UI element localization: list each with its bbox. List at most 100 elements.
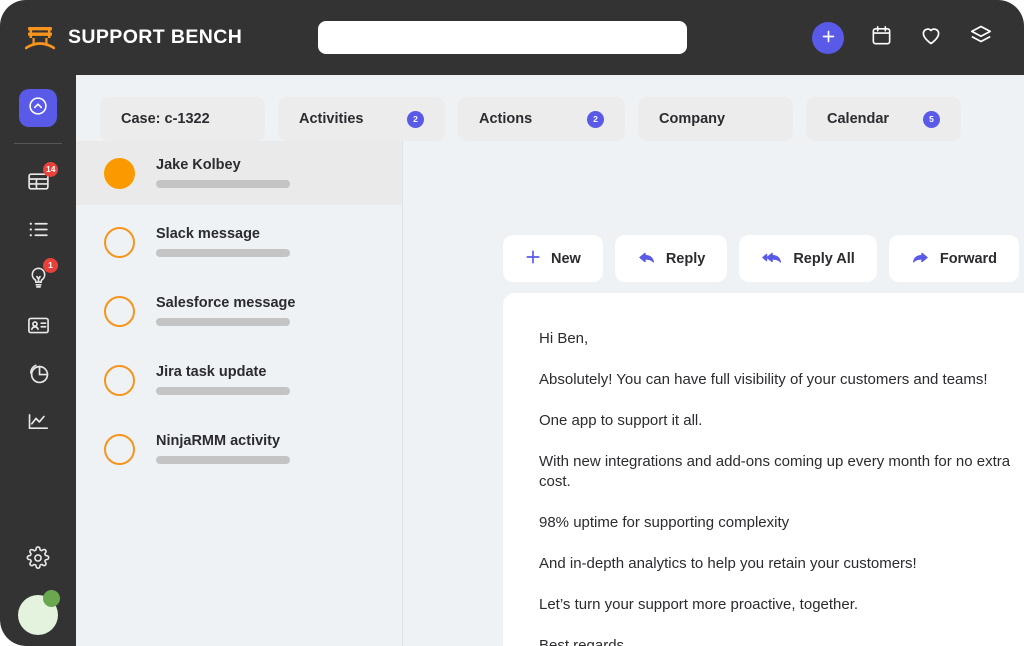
list-icon bbox=[26, 217, 51, 247]
list-item-title: Jake Kolbey bbox=[156, 157, 241, 174]
sidebar-item-settings[interactable] bbox=[0, 536, 76, 584]
email-paragraph: One app to support it all. bbox=[539, 411, 703, 429]
list-item-title: Jira task update bbox=[156, 364, 267, 381]
sidebar-item-tasks[interactable] bbox=[0, 208, 76, 256]
sidebar: 14 1 bbox=[0, 75, 76, 646]
favorites-button[interactable] bbox=[918, 25, 944, 51]
reply-button[interactable]: Reply bbox=[614, 235, 728, 282]
pie-chart-icon bbox=[26, 361, 51, 391]
status-dot-icon bbox=[104, 295, 135, 327]
tab-bar: Case: c-1322 Activities 2 Actions 2 Comp… bbox=[100, 97, 961, 141]
list-item-placeholder-bar bbox=[156, 455, 290, 464]
reply-all-button[interactable]: Reply All bbox=[739, 235, 877, 282]
tab-case[interactable]: Case: c-1322 bbox=[100, 97, 265, 141]
tab-label: Actions bbox=[479, 111, 533, 127]
sidebar-item-contacts[interactable] bbox=[0, 304, 76, 352]
tab-label: Case: c-1322 bbox=[121, 111, 210, 127]
tab-label: Activities bbox=[299, 111, 364, 127]
forward-button[interactable]: Forward bbox=[888, 235, 1020, 282]
app-window: SUPPORT BENCH 14 1 Case: c-1322 Activiti… bbox=[0, 0, 1024, 646]
layers-button[interactable] bbox=[968, 25, 994, 51]
tab-company[interactable]: Company bbox=[638, 97, 793, 141]
list-item-placeholder-bar bbox=[156, 317, 290, 326]
sidebar-badge: 1 bbox=[43, 258, 58, 273]
email-paragraph: Best regards, bbox=[539, 636, 629, 646]
plus-icon bbox=[821, 29, 836, 47]
list-item-placeholder-bar bbox=[156, 179, 290, 188]
tab-badge: 2 bbox=[587, 110, 604, 128]
status-dot-icon bbox=[104, 226, 135, 258]
activity-list: Jake Kolbey Slack message Salesforce mes… bbox=[76, 141, 403, 646]
forward-button-label: Forward bbox=[939, 250, 998, 267]
new-button-label: New bbox=[551, 250, 581, 267]
email-panel: New Reply Reply All Forward Hi Ben, Abso… bbox=[404, 141, 1024, 646]
list-item-title: Slack message bbox=[156, 226, 260, 243]
list-item[interactable]: Slack message bbox=[76, 210, 402, 274]
line-chart-icon bbox=[26, 409, 51, 439]
calendar-button[interactable] bbox=[868, 25, 894, 51]
new-button[interactable]: New bbox=[503, 235, 603, 282]
gear-icon bbox=[26, 545, 50, 575]
list-item-text: Salesforce message bbox=[156, 296, 295, 326]
status-dot-icon bbox=[104, 157, 135, 189]
search-input[interactable] bbox=[318, 21, 687, 54]
chevron-up-circle-icon bbox=[27, 95, 49, 122]
reply-all-arrow-icon bbox=[761, 248, 783, 270]
sidebar-item-analytics[interactable] bbox=[0, 400, 76, 448]
list-item-text: Slack message bbox=[156, 227, 290, 257]
main-panel: Case: c-1322 Activities 2 Actions 2 Comp… bbox=[76, 75, 1024, 646]
list-item-title: NinjaRMM activity bbox=[156, 433, 281, 450]
plus-icon bbox=[525, 249, 541, 268]
sidebar-item-ideas[interactable]: 1 bbox=[0, 256, 76, 304]
sidebar-bottom bbox=[0, 536, 76, 646]
status-dot-icon bbox=[104, 364, 135, 396]
list-item[interactable]: Jira task update bbox=[76, 348, 402, 412]
tab-badge: 2 bbox=[407, 110, 424, 128]
layers-icon bbox=[969, 23, 993, 52]
email-paragraph: Hi Ben, bbox=[539, 330, 589, 347]
tab-label: Calendar bbox=[827, 111, 890, 127]
brand: SUPPORT BENCH bbox=[24, 25, 295, 51]
sidebar-item-tickets[interactable]: 14 bbox=[0, 160, 76, 208]
avatar[interactable] bbox=[0, 584, 76, 646]
search-bar[interactable] bbox=[318, 21, 687, 54]
email-paragraph: Absolutely! You can have full visibility… bbox=[539, 370, 988, 388]
status-badge bbox=[43, 590, 60, 607]
calendar-icon bbox=[870, 24, 893, 52]
status-dot-icon bbox=[104, 433, 135, 465]
reply-button-label: Reply bbox=[665, 250, 706, 267]
brand-name: SUPPORT BENCH bbox=[68, 26, 243, 48]
list-item-placeholder-bar bbox=[156, 386, 290, 395]
tab-actions[interactable]: Actions 2 bbox=[458, 97, 625, 141]
tab-activities[interactable]: Activities 2 bbox=[278, 97, 445, 141]
list-item-text: NinjaRMM activity bbox=[156, 434, 290, 464]
email-paragraph: Let’s turn your support more proactive, … bbox=[539, 595, 859, 613]
email-paragraph: And in-depth analytics to help you retai… bbox=[539, 554, 917, 572]
top-bar: SUPPORT BENCH bbox=[0, 0, 1024, 75]
sidebar-item-reports[interactable] bbox=[0, 352, 76, 400]
tab-calendar[interactable]: Calendar 5 bbox=[806, 97, 961, 141]
tab-label: Company bbox=[659, 111, 726, 127]
tab-badge: 5 bbox=[923, 110, 940, 128]
sidebar-items: 14 1 bbox=[0, 160, 76, 448]
reply-arrow-icon bbox=[637, 248, 656, 270]
contact-card-icon bbox=[26, 313, 51, 343]
email-body-card: Hi Ben, Absolutely! You can have full vi… bbox=[503, 293, 1024, 646]
list-item-text: Jake Kolbey bbox=[156, 158, 290, 188]
heart-icon bbox=[919, 23, 943, 52]
list-item[interactable]: NinjaRMM activity bbox=[76, 417, 402, 481]
email-toolbar: New Reply Reply All Forward bbox=[503, 235, 1020, 282]
list-item[interactable]: Salesforce message bbox=[76, 279, 402, 343]
email-paragraph: 98% uptime for supporting complexity bbox=[539, 513, 790, 531]
bench-icon bbox=[24, 25, 56, 51]
sidebar-item-collapse-toggle[interactable] bbox=[19, 89, 57, 127]
add-button[interactable] bbox=[812, 21, 844, 54]
list-item[interactable]: Jake Kolbey bbox=[76, 141, 402, 205]
list-item-placeholder-bar bbox=[156, 248, 290, 257]
sidebar-badge: 14 bbox=[43, 162, 59, 177]
reply-all-button-label: Reply All bbox=[793, 250, 855, 267]
top-bar-actions bbox=[812, 0, 994, 75]
forward-arrow-icon bbox=[911, 248, 930, 270]
list-item-title: Salesforce message bbox=[156, 295, 296, 312]
sidebar-divider bbox=[14, 143, 62, 144]
